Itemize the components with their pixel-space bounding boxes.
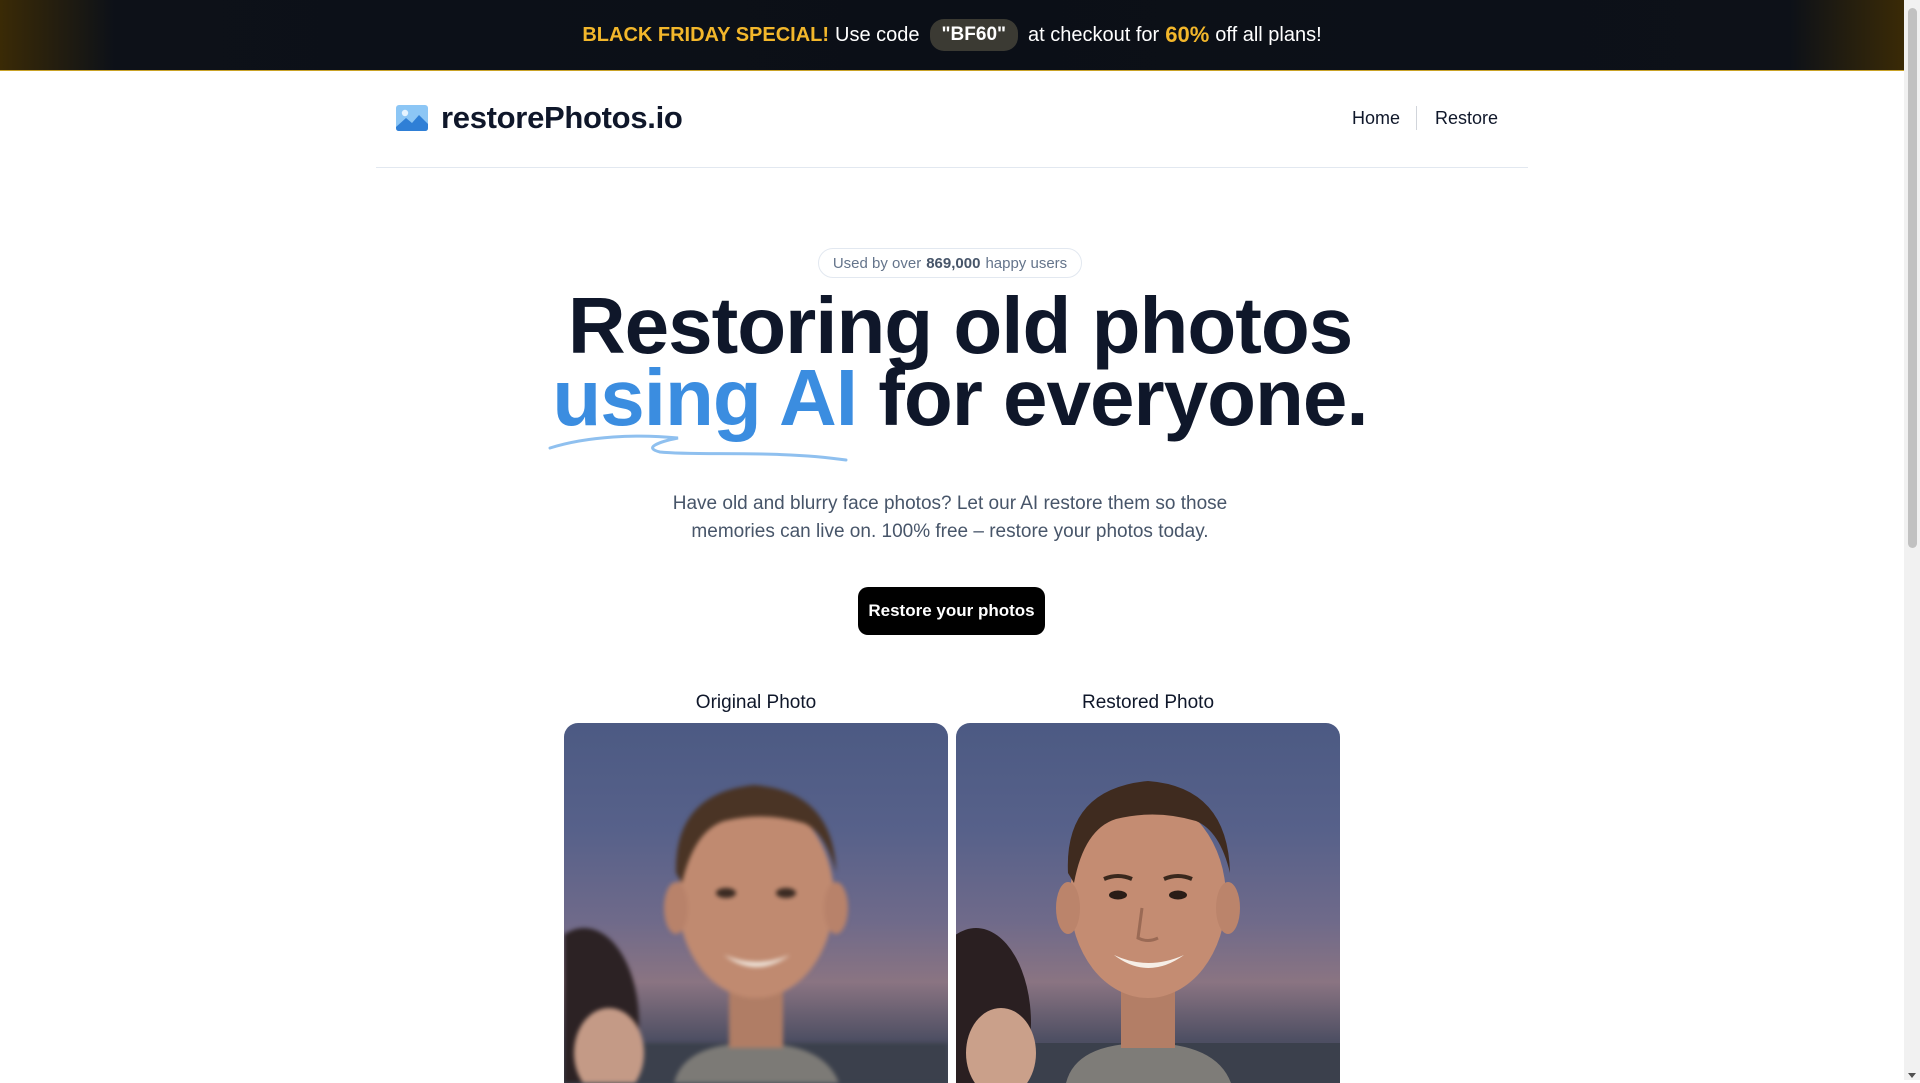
scroll-down-arrow-icon[interactable] <box>1908 1073 1916 1078</box>
image-icon <box>396 105 428 131</box>
original-photo-label: Original Photo <box>695 692 817 713</box>
restored-photo <box>956 723 1340 1083</box>
brand-logo-link[interactable]: restorePhotos.io <box>395 100 683 136</box>
promo-code: "BF60" <box>929 19 1019 51</box>
promo-discount: 60% <box>1165 22 1210 47</box>
promo-suffix: off all plans! <box>1215 23 1322 46</box>
promo-banner: BLACK FRIDAY SPECIAL! Use code "BF60" at… <box>0 0 1904 71</box>
promo-use-code-text: Use code <box>835 23 920 46</box>
page-scrollbar[interactable] <box>1904 0 1920 1080</box>
headline-line-1: Restoring old photos <box>567 281 1353 370</box>
badge-suffix: happy users <box>985 254 1068 272</box>
promo-checkout-text: at checkout for <box>1028 23 1160 46</box>
nav-divider <box>1415 106 1417 130</box>
underline-swoosh-icon <box>548 434 848 462</box>
restored-portrait-image <box>956 781 1340 1083</box>
original-portrait-image <box>564 785 948 1083</box>
badge-count: 869,000 <box>926 254 981 272</box>
headline-line-2: using AI for everyone. <box>460 358 1460 438</box>
scrollbar-thumb[interactable] <box>1908 8 1917 548</box>
main-nav: Home Restore <box>1352 106 1498 130</box>
badge-prefix: Used by over <box>832 254 922 272</box>
restored-photo-label: Restored Photo <box>1081 692 1215 713</box>
hero-description: Have old and blurry face photos? Let our… <box>672 493 1228 542</box>
site-header: restorePhotos.io Home Restore <box>376 70 1528 168</box>
brand-name: restorePhotos.io <box>441 100 683 135</box>
nav-home-link[interactable]: Home <box>1352 108 1400 129</box>
promo-highlight: BLACK FRIDAY SPECIAL! <box>582 23 830 46</box>
original-photo <box>564 723 948 1083</box>
nav-restore-link[interactable]: Restore <box>1435 108 1498 129</box>
users-badge: Used by over 869,000 happy users <box>818 248 1082 278</box>
hero-headline: Restoring old photos using AI for everyo… <box>460 281 1460 438</box>
headline-rest: for everyone. <box>878 353 1368 442</box>
restore-photos-button[interactable]: Restore your photos <box>858 587 1045 635</box>
